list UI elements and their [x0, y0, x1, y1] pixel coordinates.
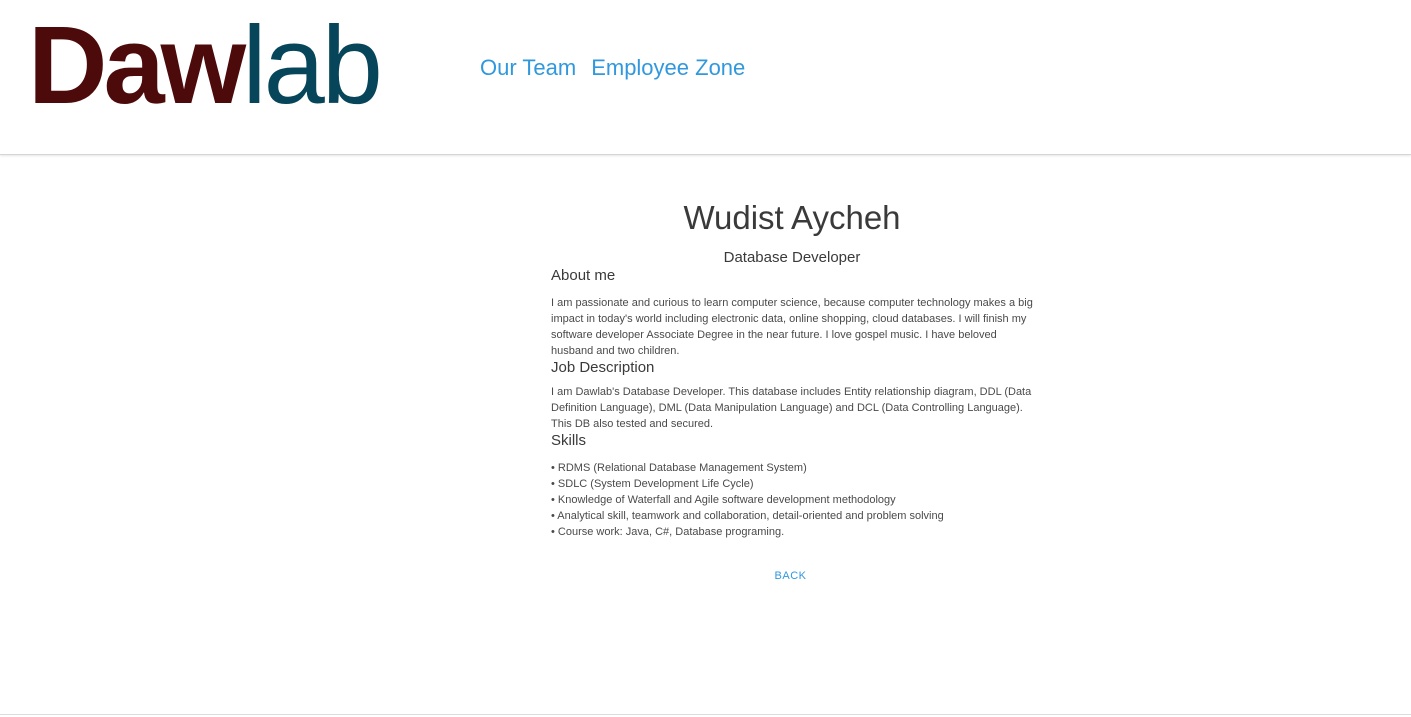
- skill-item: • Knowledge of Waterfall and Agile softw…: [551, 494, 896, 506]
- skills-heading: Skills: [551, 432, 587, 449]
- employee-profile: Wudist Aycheh Database Developer About m…: [551, 192, 1033, 584]
- logo-part-lab: lab: [242, 4, 383, 127]
- nav-link-our-team[interactable]: Our Team: [480, 55, 576, 81]
- dawlab-logo[interactable]: Dawlab: [28, 4, 383, 127]
- about-text: I am passionate and curious to learn com…: [551, 297, 1033, 357]
- skill-item: • RDMS (Relational Database Management S…: [551, 462, 807, 474]
- site-header: Dawlab Our Team Employee Zone: [0, 0, 1411, 155]
- logo-part-daw: Daw: [28, 4, 246, 127]
- back-link[interactable]: BACK: [775, 570, 807, 582]
- about-heading: About me: [551, 267, 616, 284]
- job-description-heading: Job Description: [551, 359, 655, 376]
- skill-item: • SDLC (System Development Life Cycle): [551, 478, 754, 490]
- skill-item: • Analytical skill, teamwork and collabo…: [551, 510, 944, 522]
- employee-name: Wudist Aycheh: [683, 199, 901, 236]
- skill-item: • Course work: Java, C#, Database progra…: [551, 526, 785, 538]
- main-nav: Our Team Employee Zone: [480, 55, 745, 81]
- employee-role: Database Developer: [723, 249, 861, 266]
- back-container: BACK: [548, 566, 1033, 584]
- skills-list: • RDMS (Relational Database Management S…: [551, 460, 1033, 540]
- footer-divider: [0, 714, 1411, 715]
- job-description-text: I am Dawlab's Database Developer. This d…: [551, 386, 1032, 430]
- nav-link-employee-zone[interactable]: Employee Zone: [591, 55, 745, 81]
